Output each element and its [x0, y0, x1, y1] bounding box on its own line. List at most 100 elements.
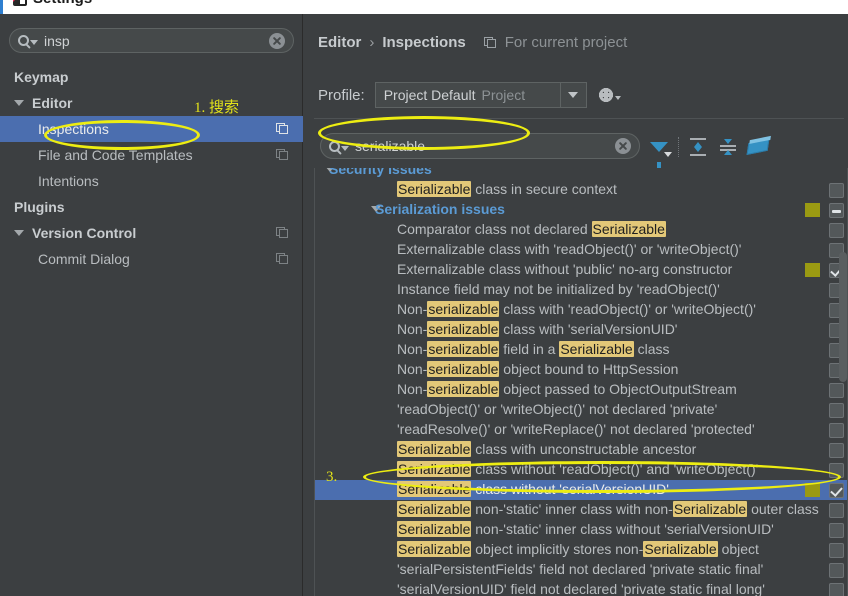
inspection-group-row[interactable]: Serialization issues [315, 200, 847, 220]
expand-all-icon[interactable] [683, 134, 713, 160]
inspections-panel: Editor › Inspections For current project… [304, 14, 848, 596]
inspection-row[interactable]: Non-serializable class with 'serialVersi… [315, 320, 847, 340]
severity-swatch[interactable] [805, 203, 820, 217]
label-text: Non- [397, 361, 428, 377]
inspection-search-input[interactable]: serializable [320, 133, 640, 159]
inspection-row[interactable]: Instance field may not be initialized by… [315, 280, 847, 300]
inspection-checkbox[interactable] [829, 483, 844, 498]
inspection-row[interactable]: Externalizable class without 'public' no… [315, 260, 847, 280]
inspection-checkbox[interactable] [829, 563, 844, 578]
inspection-checkbox[interactable] [829, 403, 844, 418]
sidebar-item-label: Plugins [14, 199, 65, 215]
copy-settings-icon[interactable] [276, 253, 289, 265]
search-match-highlight: serializable [427, 301, 500, 317]
severity-swatch[interactable] [805, 483, 820, 497]
clear-icon[interactable] [269, 32, 285, 49]
chevron-down-icon[interactable] [14, 100, 24, 106]
settings-sidebar: insp Keymap Editor Inspections File and Cod… [0, 14, 303, 596]
chevron-down-icon[interactable] [559, 83, 586, 107]
label-text: object implicitly stores non- [471, 541, 644, 557]
sidebar-item-inspections[interactable]: Inspections [0, 116, 303, 142]
sidebar-item-keymap[interactable]: Keymap [0, 64, 303, 90]
inspection-checkbox[interactable] [829, 223, 844, 238]
inspection-label: Non-serializable object bound to HttpSes… [397, 361, 678, 377]
inspection-row[interactable]: Serializable non-'static' inner class wi… [315, 500, 847, 520]
collapse-all-icon[interactable] [713, 134, 743, 160]
inspection-checkbox[interactable] [829, 503, 844, 518]
inspection-checkbox[interactable] [829, 543, 844, 558]
inspection-row[interactable]: Serializable object implicitly stores no… [315, 540, 847, 560]
inspection-checkbox[interactable] [829, 463, 844, 478]
chevron-down-icon[interactable] [14, 230, 24, 236]
divider [314, 118, 844, 119]
label-text: Non- [397, 341, 428, 357]
breadcrumb-parent[interactable]: Editor [318, 34, 361, 51]
inspection-row[interactable]: 'readResolve()' or 'writeReplace()' not … [315, 420, 847, 440]
copy-settings-icon[interactable] [276, 149, 289, 161]
label-text: non-'static' inner class without 'serial… [471, 521, 774, 537]
inspection-row[interactable]: 'serialVersionUID' field not declared 'p… [315, 580, 847, 596]
sidebar-item-file-and-code-templates[interactable]: File and Code Templates [0, 142, 303, 168]
search-match-highlight: Serializable [397, 461, 472, 477]
inspection-label: Serializable class without 'serialVersio… [397, 481, 669, 497]
sidebar-item-label: Commit Dialog [38, 251, 130, 267]
search-icon[interactable] [18, 35, 38, 46]
inspection-label: 'readResolve()' or 'writeReplace()' not … [397, 421, 755, 437]
inspection-label: Serializable object implicitly stores no… [397, 541, 759, 557]
sidebar-item-plugins[interactable]: Plugins [0, 194, 303, 220]
label-text: Comparator class not declared [397, 221, 592, 237]
label-text: class with unconstructable ancestor [471, 441, 697, 457]
breadcrumb-separator: › [369, 34, 375, 51]
label-text: field in a [499, 341, 560, 357]
copy-settings-icon[interactable] [276, 123, 289, 135]
clear-icon[interactable] [615, 138, 631, 154]
inspection-checkbox[interactable] [829, 203, 844, 218]
inspection-list[interactable]: Security Issues Serializable class in sec… [314, 168, 848, 596]
inspection-row[interactable]: Serializable class without 'readObject()… [315, 460, 847, 480]
filter-icon[interactable] [644, 134, 674, 169]
window-title: Settings [33, 0, 92, 6]
severity-swatch[interactable] [805, 263, 820, 277]
inspection-row[interactable]: Serializable non-'static' inner class wi… [315, 520, 847, 540]
inspection-row[interactable]: 'readObject()' or 'writeObject()' not de… [315, 400, 847, 420]
window-titlebar: Settings [0, 0, 848, 14]
inspection-row[interactable]: Serializable class without 'serialVersio… [315, 480, 847, 500]
intellij-idea-icon [13, 0, 27, 6]
inspection-row[interactable]: Non-serializable class with 'readObject(… [315, 300, 847, 320]
inspection-row[interactable]: Comparator class not declared Serializab… [315, 220, 847, 240]
inspection-label: 'serialVersionUID' field not declared 'p… [397, 581, 765, 596]
label-text: Externalizable class with 'readObject()'… [397, 241, 742, 257]
inspection-checkbox[interactable] [829, 583, 844, 596]
inspection-row[interactable]: Externalizable class with 'readObject()'… [315, 240, 847, 260]
inspection-row[interactable]: Serializable class in secure context [315, 180, 847, 200]
gear-icon[interactable] [598, 88, 621, 102]
sidebar-item-intentions[interactable]: Intentions [0, 168, 303, 194]
inspection-row[interactable]: Non-serializable object bound to HttpSes… [315, 360, 847, 380]
search-match-highlight: Serializable [643, 541, 718, 557]
reset-icon[interactable] [743, 134, 773, 160]
search-icon[interactable] [329, 140, 349, 152]
inspection-label: Non-serializable class with 'serialVersi… [397, 321, 677, 337]
inspection-row[interactable]: Non-serializable object passed to Object… [315, 380, 847, 400]
inspection-checkbox[interactable] [829, 443, 844, 458]
inspection-checkbox[interactable] [829, 523, 844, 538]
inspection-checkbox[interactable] [829, 423, 844, 438]
inspection-checkbox[interactable] [829, 383, 844, 398]
copy-settings-icon[interactable] [276, 227, 289, 239]
inspection-label: Serializable class in secure context [397, 181, 617, 197]
sidebar-item-commit-dialog[interactable]: Commit Dialog [0, 246, 303, 272]
list-scrollbar[interactable] [839, 252, 847, 382]
sidebar-item-editor[interactable]: Editor [0, 90, 303, 116]
inspection-group-row[interactable]: Security Issues [315, 168, 847, 180]
sidebar-search-input[interactable]: insp [9, 28, 294, 53]
search-match-highlight: Serializable [397, 441, 472, 457]
inspection-row[interactable]: 'serialPersistentFields' field not decla… [315, 560, 847, 580]
settings-dialog: Settings insp Keymap Editor Inspections Fil… [0, 0, 848, 596]
sidebar-item-version-control[interactable]: Version Control [0, 220, 303, 246]
inspection-checkbox[interactable] [829, 183, 844, 198]
label-text: 'readObject()' or 'writeObject()' not de… [397, 401, 718, 417]
inspection-label: Non-serializable object passed to Object… [397, 381, 737, 397]
profile-select[interactable]: Project Default Project [374, 82, 587, 108]
inspection-row[interactable]: Non-serializable field in a Serializable… [315, 340, 847, 360]
inspection-row[interactable]: Serializable class with unconstructable … [315, 440, 847, 460]
